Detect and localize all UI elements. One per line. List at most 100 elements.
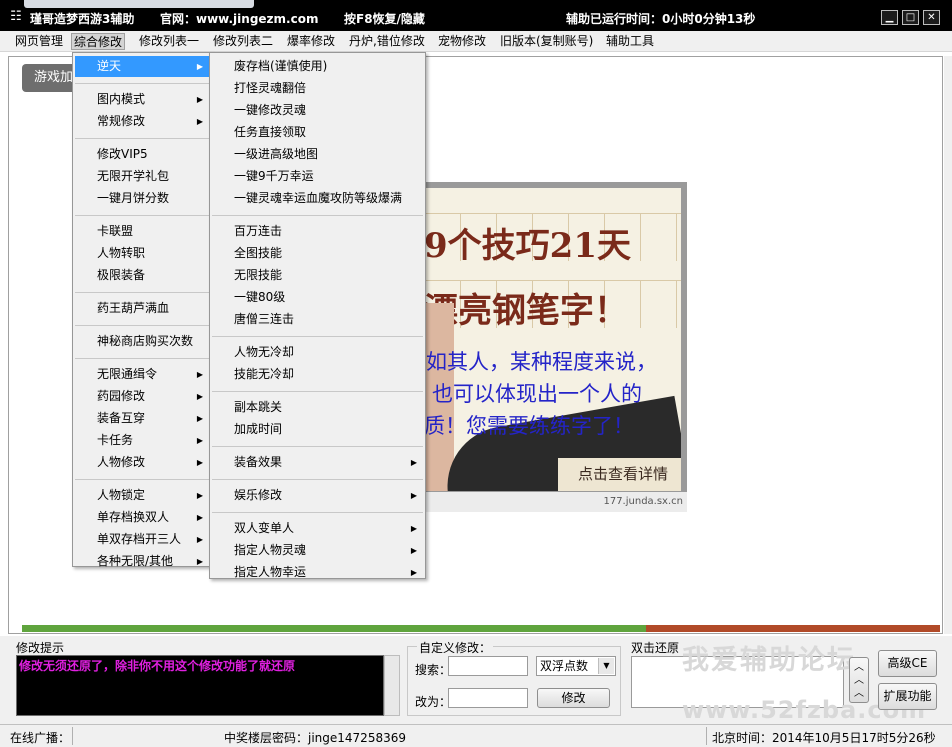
menu2-item[interactable]: 双人变单人 ▶	[212, 518, 423, 539]
menu2-item[interactable]: 一键修改灵魂	[212, 100, 423, 121]
double-chevron-up-icon: ︿ ︿ ︿	[854, 662, 864, 699]
menu1-item[interactable]: 药园修改 ▶	[75, 386, 209, 407]
minimize-button[interactable]: ▁	[881, 10, 898, 25]
menu-tools[interactable]: 辅助工具	[604, 33, 656, 50]
menu2-item[interactable]: 一键9千万幸运	[212, 166, 423, 187]
menu2-item[interactable]: 人物无冷却	[212, 342, 423, 363]
general-modify-menu: 逆天 ▶ 图内模式 ▶ 常规修改 ▶ 修改VIP5 无限开学礼包 一键月饼分数卡联盟 人物转职极限…	[72, 52, 212, 568]
menu-modify-list-2[interactable]: 修改列表二	[211, 33, 275, 50]
password-label: 中奖楼层密码：jinge147258369	[224, 731, 406, 745]
chevron-right-icon: ▶	[196, 117, 203, 126]
status-divider	[72, 727, 73, 745]
ad-detail-button[interactable]: 点击查看详情	[558, 458, 681, 491]
browser-tab-strip	[24, 0, 254, 8]
menu2-item[interactable]: 一键灵魂幸运血魔攻防等级爆满	[212, 188, 423, 209]
menu1-item[interactable]: 卡任务 ▶	[75, 430, 209, 451]
menu1-item[interactable]: 常规修改 ▶	[75, 111, 209, 132]
menu1-item-label: 各种无限/其他	[97, 554, 174, 568]
menu1-item[interactable]: 单存档换双人 ▶	[75, 507, 209, 528]
search-input[interactable]	[448, 656, 528, 676]
hint-scrollbar[interactable]	[384, 655, 400, 716]
chevron-right-icon: ▶	[196, 458, 203, 467]
menu2-item[interactable]: 加成时间	[212, 419, 423, 440]
menu1-item[interactable]: 人物转职	[75, 243, 209, 264]
menu1-item[interactable]: 装备互穿 ▶	[75, 408, 209, 429]
menu-bar: 网页管理 综合修改 修改列表一 修改列表二 爆率修改 丹炉,错位修改 宠物修改 …	[0, 31, 952, 52]
menu-modify-list-1[interactable]: 修改列表一	[137, 33, 201, 50]
menu1-item[interactable]: 一键月饼分数	[75, 188, 209, 209]
menu1-item[interactable]: 无限通缉令 ▶	[75, 364, 209, 385]
menu1-item[interactable]: 修改VIP5	[75, 144, 209, 165]
menu-separator	[75, 479, 209, 480]
maximize-button[interactable]: □	[902, 10, 919, 25]
menu-web-manage[interactable]: 网页管理	[13, 33, 65, 50]
menu1-item-label: 一键月饼分数	[97, 191, 170, 205]
modify-button[interactable]: 修改	[537, 688, 610, 708]
menu1-item[interactable]: 各种无限/其他 ▶	[75, 551, 209, 572]
close-button[interactable]: ✕	[923, 10, 940, 25]
menu1-item-label: 人物修改	[97, 455, 146, 469]
menu2-item-label: 人物无冷却	[234, 345, 295, 359]
menu1-item[interactable]: 人物修改 ▶	[75, 452, 209, 473]
chevron-right-icon: ▶	[410, 524, 417, 533]
watermark-text: 我爱辅助论坛	[682, 645, 856, 676]
menu2-item-label: 指定人物幸运	[234, 565, 307, 579]
menu2-item-label: 指定人物灵魂	[234, 543, 307, 557]
menu2-item[interactable]: 无限技能	[212, 265, 423, 286]
menu2-item[interactable]: 指定人物灵魂 ▶	[212, 540, 423, 561]
menu-furnace[interactable]: 丹炉,错位修改	[347, 33, 427, 50]
menu2-item[interactable]: 唐僧三连击	[212, 309, 423, 330]
menu2-item-label: 一键9千万幸运	[234, 169, 314, 183]
menu1-item[interactable]: 无限开学礼包	[75, 166, 209, 187]
menu2-item[interactable]: 百万连击	[212, 221, 423, 242]
menu1-item[interactable]: 药王葫芦满血	[75, 298, 209, 319]
right-scrollbar[interactable]	[944, 56, 952, 634]
menu-old-version[interactable]: 旧版本(复制账号)	[498, 33, 595, 50]
menu2-item-label: 双人变单人	[234, 521, 295, 535]
menu-drop-rate[interactable]: 爆率修改	[285, 33, 337, 50]
menu-general-modify[interactable]: 综合修改	[71, 33, 126, 50]
menu2-item[interactable]: 副本跳关	[212, 397, 423, 418]
menu2-item[interactable]: 一级进高级地图	[212, 144, 423, 165]
menu2-item[interactable]: 技能无冷却	[212, 364, 423, 385]
menu1-item-label: 无限开学礼包	[97, 169, 170, 183]
menu2-item[interactable]: 任务直接领取	[212, 122, 423, 143]
hotkey-label: 按F8恢复/隐藏	[344, 12, 425, 26]
menu1-item-label: 单存档换双人	[97, 510, 170, 524]
menu2-item[interactable]: 指定人物幸运 ▶	[212, 562, 423, 583]
chevron-right-icon: ▶	[410, 568, 417, 577]
menu2-item[interactable]: 打怪灵魂翻倍	[212, 78, 423, 99]
menu1-item-label: 人物锁定	[97, 488, 146, 502]
expand-up-button[interactable]: ︿ ︿ ︿	[849, 657, 869, 703]
value-type-select[interactable]: 双浮点数 ▼	[536, 656, 616, 676]
menu2-item[interactable]: 一键80级	[212, 287, 423, 308]
menu1-item[interactable]: 神秘商店购买次数	[75, 331, 209, 352]
chevron-right-icon: ▶	[196, 392, 203, 401]
menu1-item[interactable]: 人物锁定 ▶	[75, 485, 209, 506]
chevron-right-icon: ▶	[196, 436, 203, 445]
advanced-ce-button[interactable]: 高级CE	[878, 650, 937, 677]
menu2-item[interactable]: 废存档(谨慎使用)	[212, 56, 423, 77]
menu2-item[interactable]: 全图技能	[212, 243, 423, 264]
menu1-item[interactable]: 单双存档开三人 ▶	[75, 529, 209, 550]
ad-headline-1: 9个技巧21天	[424, 226, 631, 266]
status-divider	[706, 727, 707, 745]
extend-function-button[interactable]: 扩展功能	[878, 683, 937, 710]
menu-pet-modify[interactable]: 宠物修改	[436, 33, 488, 50]
app-title: 瑾哥造梦西游3辅助	[30, 12, 135, 26]
ad-banner[interactable]: 9个技巧21天 漂亮钢笔字！ 如其人，某种程度来说， 也可以体现出一个人的 质！…	[418, 182, 687, 512]
menu1-item[interactable]: 图内模式 ▶	[75, 89, 209, 110]
menu1-item[interactable]: 逆天 ▶	[75, 56, 209, 77]
chevron-down-icon[interactable]: ▼	[598, 658, 614, 674]
menu-separator	[75, 138, 209, 139]
menu1-item-label: 药园修改	[97, 389, 146, 403]
menu2-item[interactable]: 娱乐修改 ▶	[212, 485, 423, 506]
menu1-item[interactable]: 极限装备	[75, 265, 209, 286]
menu1-item-label: 极限装备	[97, 268, 146, 282]
menu2-item[interactable]: 装备效果 ▶	[212, 452, 423, 473]
change-input[interactable]	[448, 688, 528, 708]
menu1-item[interactable]: 卡联盟	[75, 221, 209, 242]
menu-separator	[212, 512, 423, 513]
chevron-right-icon: ▶	[410, 546, 417, 555]
chevron-right-icon: ▶	[196, 414, 203, 423]
